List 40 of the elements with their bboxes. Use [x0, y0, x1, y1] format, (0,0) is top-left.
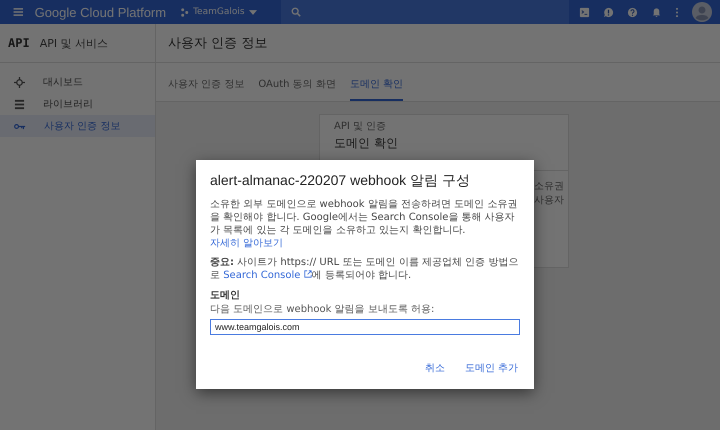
tab[interactable]: 도메인 확인 — [350, 71, 404, 101]
section-title: API 및 서비스 — [40, 36, 108, 50]
menu-icon[interactable] — [12, 5, 25, 19]
terminal-icon[interactable] — [579, 6, 590, 18]
card-title: 도메인 확인 — [334, 135, 399, 152]
project-selector[interactable]: TeamGalois — [176, 7, 261, 17]
field-label: 도메인 — [210, 289, 241, 302]
project-icon — [180, 8, 190, 16]
dialog-button[interactable]: 도메인 추가 — [462, 357, 520, 379]
note-text: 중요: 사이트가 https:// URL 또는 도메인 이름 제공업체 인증 방법으로 Search Console 에 등록되어야 합니다. — [210, 256, 520, 282]
product-name[interactable]: Google Cloud Platform — [34, 4, 166, 20]
bell-icon[interactable] — [651, 6, 662, 18]
search-icon — [290, 7, 301, 17]
sidebar-item[interactable]: 대시보드 — [0, 71, 155, 93]
tab[interactable]: OAuth 동의 화면 — [258, 71, 336, 101]
description-text: 소유한 외부 도메인으로 webhook 알림을 전송하려면 도메인 소유권을 확인해야 합니다. Google에서는 Search Console을 통해 사용자가 목록에 있는 각 도메인을 소유하고 있는지 확인합니다. 자세히 알아보기 — [210, 198, 518, 250]
dialog-button[interactable]: 취소 — [422, 357, 447, 379]
card-text: 사용자 — [534, 194, 564, 207]
field-hint: 다음 도메인으로 webhook 알림을 보내도록 허용: — [210, 303, 436, 316]
domain-input[interactable]: www.teamgalois.com — [210, 319, 520, 335]
external-link-icon — [304, 270, 312, 278]
key-icon — [14, 122, 26, 130]
search-console-link[interactable]: Search Console — [223, 270, 312, 281]
learn-more-link[interactable]: 자세히 알아보기 — [210, 238, 284, 249]
avatar-icon[interactable] — [692, 2, 712, 22]
sidebar-item[interactable]: 라이브러리 — [0, 93, 155, 115]
tab[interactable]: 사용자 인증 정보 — [168, 71, 244, 101]
page-title: 사용자 인증 정보 — [156, 24, 720, 63]
crosshair-icon — [14, 76, 25, 88]
feedback-icon[interactable] — [603, 6, 614, 18]
card-text: 소유권 — [534, 180, 564, 193]
api-logo: API — [8, 36, 30, 50]
caret-icon — [248, 10, 257, 14]
help-icon[interactable] — [627, 6, 638, 18]
sidebar-item[interactable]: 사용자 인증 정보 — [0, 115, 155, 137]
more-icon[interactable] — [675, 6, 679, 18]
search-field[interactable] — [280, 0, 569, 24]
card-eyebrow: API 및 인증 — [334, 120, 388, 133]
dialog-title: alert-almanac-220207 webhook 알림 구성 — [210, 172, 471, 190]
grid-icon — [14, 98, 25, 110]
